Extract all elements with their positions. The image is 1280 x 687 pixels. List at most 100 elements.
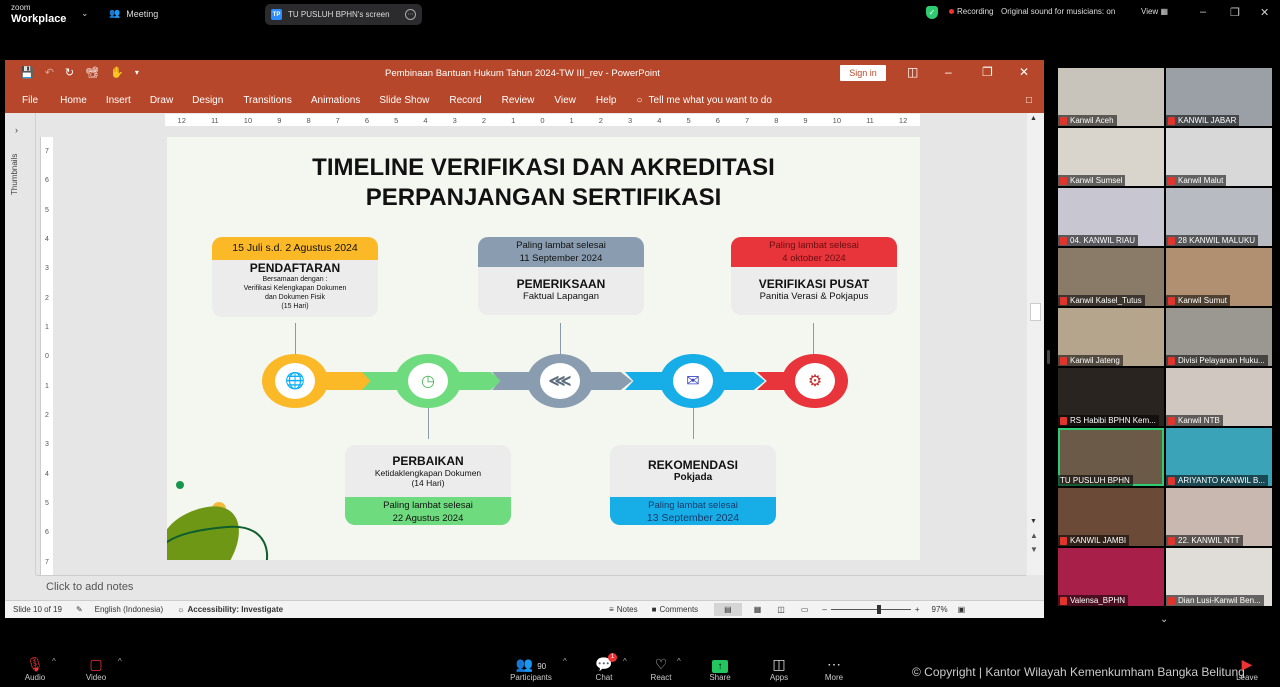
- meeting-info-button[interactable]: 👥 Meeting: [109, 8, 158, 19]
- scroll-down-icon[interactable]: ▼: [1030, 518, 1037, 525]
- participant-tile[interactable]: 04. KANWIL RIAU: [1058, 188, 1164, 246]
- participant-tile[interactable]: TU PUSLUH BPHN: [1058, 428, 1164, 486]
- ribbon-display-options-icon[interactable]: ◫: [907, 65, 918, 79]
- participant-tile[interactable]: Divisi Pelayanan Huku...: [1166, 308, 1272, 366]
- gallery-resize-handle[interactable]: [1047, 350, 1050, 364]
- thumbnails-label[interactable]: Thumbnails: [10, 154, 19, 195]
- zoom-level[interactable]: 97%: [932, 605, 948, 614]
- participant-tile[interactable]: Dian Lusi-Kanwil Ben...: [1166, 548, 1272, 606]
- close-button[interactable]: ✕: [1260, 6, 1269, 19]
- restore-button[interactable]: ❐: [1230, 6, 1240, 19]
- redo-icon[interactable]: ↻: [65, 66, 74, 79]
- tab-animations[interactable]: Animations: [311, 95, 360, 106]
- comments-icon[interactable]: □: [1026, 95, 1032, 106]
- participant-tile[interactable]: Kanwil Jateng: [1058, 308, 1164, 366]
- tab-review[interactable]: Review: [502, 95, 535, 106]
- zoom-slider[interactable]: [830, 605, 911, 614]
- tab-transitions[interactable]: Transitions: [243, 95, 292, 106]
- zoom-slider-thumb[interactable]: [876, 605, 881, 614]
- participant-tile[interactable]: KANWIL JABAR: [1166, 68, 1272, 126]
- tab-insert[interactable]: Insert: [106, 95, 131, 106]
- ruler-tick: 0: [45, 353, 49, 361]
- tab-view[interactable]: View: [554, 95, 576, 106]
- tell-me-search[interactable]: ○ Tell me what you want to do: [636, 95, 771, 106]
- participant-tile[interactable]: RS Habibi BPHN Kem...: [1058, 368, 1164, 426]
- status-bar: Slide 10 of 19 ✎ English (Indonesia) ☼ A…: [5, 600, 1044, 618]
- share-button[interactable]: ↑ Share: [695, 655, 745, 682]
- chat-button[interactable]: 💬 1 Chat: [579, 653, 629, 682]
- participant-tile[interactable]: Kanwil Sumsel: [1058, 128, 1164, 186]
- sign-in-button[interactable]: Sign in: [840, 65, 886, 81]
- participant-tile[interactable]: Kanwil Sumut: [1166, 248, 1272, 306]
- leave-button[interactable]: ▶ Leave: [1222, 655, 1272, 682]
- fit-to-window-icon[interactable]: ▣: [958, 605, 966, 614]
- participant-tile[interactable]: 28 KANWIL MALUKU: [1166, 188, 1272, 246]
- present-icon[interactable]: 📽: [85, 66, 99, 79]
- tab-record[interactable]: Record: [449, 95, 481, 106]
- chat-options-chevron[interactable]: ^: [623, 657, 627, 666]
- ppt-close-button[interactable]: ✕: [1019, 65, 1029, 79]
- accessibility-status[interactable]: Accessibility: Investigate: [187, 605, 283, 614]
- scroll-up-icon[interactable]: ▲: [1030, 115, 1037, 122]
- tab-design[interactable]: Design: [192, 95, 223, 106]
- more-button[interactable]: ⋯ More: [809, 655, 859, 682]
- minimize-button[interactable]: –: [1200, 6, 1206, 18]
- chevron-down-icon[interactable]: ⌄: [81, 8, 89, 19]
- participant-tile[interactable]: Kanwil NTB: [1166, 368, 1272, 426]
- expand-thumbnails-icon[interactable]: ›: [15, 125, 18, 135]
- more-options-icon[interactable]: ⋯: [405, 9, 416, 20]
- video-options-chevron[interactable]: ^: [118, 657, 122, 666]
- tab-file[interactable]: File: [22, 95, 38, 106]
- normal-view-button[interactable]: ▤: [714, 603, 742, 616]
- slide-sorter-button[interactable]: ▦: [754, 605, 762, 614]
- save-icon[interactable]: 💾: [20, 66, 34, 79]
- notes-button[interactable]: Notes: [617, 605, 638, 614]
- audio-options-chevron[interactable]: ^: [52, 657, 56, 666]
- decor-blob-shape: [167, 506, 239, 560]
- next-slide-icon[interactable]: ▼: [1030, 545, 1038, 554]
- slide-scrollbar[interactable]: ▲ ▼ ▲ ▼: [1027, 113, 1044, 575]
- zoom-out-button[interactable]: –: [822, 605, 826, 614]
- undo-icon[interactable]: ↶: [45, 66, 54, 79]
- participant-tile[interactable]: ARIYANTO KANWIL B...: [1166, 428, 1272, 486]
- customize-qat-icon[interactable]: ▾: [135, 68, 139, 77]
- participant-tile[interactable]: KANWIL JAMBI: [1058, 488, 1164, 546]
- ppt-restore-button[interactable]: ❐: [982, 65, 993, 79]
- screen-share-indicator[interactable]: TP TU PUSLUH BPHN's screen ⋯: [265, 4, 422, 25]
- view-button[interactable]: View ▦: [1141, 7, 1168, 16]
- zoom-in-button[interactable]: +: [915, 605, 920, 614]
- touch-mode-icon[interactable]: ✋: [110, 66, 124, 79]
- video-button[interactable]: ▢ Video: [71, 655, 121, 682]
- recording-indicator[interactable]: Recording: [949, 7, 993, 16]
- tab-draw[interactable]: Draw: [150, 95, 173, 106]
- participant-tile[interactable]: Kanwil Kalsel_Tutus: [1058, 248, 1164, 306]
- tab-slide-show[interactable]: Slide Show: [379, 95, 429, 106]
- notes-pane[interactable]: Click to add notes: [36, 575, 1026, 598]
- participants-options-chevron[interactable]: ^: [563, 657, 567, 666]
- gallery-scroll-down-icon[interactable]: ⌄: [1160, 614, 1168, 625]
- slide-counter[interactable]: Slide 10 of 19: [13, 605, 62, 614]
- step-date: Paling lambat selesai 13 September 2024: [610, 497, 776, 525]
- comments-button[interactable]: Comments: [659, 605, 698, 614]
- previous-slide-icon[interactable]: ▲: [1030, 531, 1038, 540]
- scroll-thumb[interactable]: [1030, 303, 1041, 321]
- security-shield-icon[interactable]: ✓: [926, 6, 938, 19]
- participants-button[interactable]: 👥 90 Participants: [506, 655, 556, 682]
- tab-home[interactable]: Home: [60, 95, 87, 106]
- language-indicator[interactable]: English (Indonesia): [95, 605, 163, 614]
- slide-canvas[interactable]: TIMELINE VERIFIKASI DAN AKREDITASI PERPA…: [167, 137, 920, 560]
- ppt-minimize-button[interactable]: –: [945, 65, 952, 79]
- react-options-chevron[interactable]: ^: [677, 657, 681, 666]
- participant-tile[interactable]: Kanwil Malut: [1166, 128, 1272, 186]
- step-date: Paling lambat selesai 11 September 2024: [478, 237, 644, 267]
- participant-tile[interactable]: Valensa_BPHN: [1058, 548, 1164, 606]
- original-sound-status[interactable]: Original sound for musicians: on: [1001, 7, 1115, 16]
- spell-check-icon[interactable]: ✎: [76, 605, 83, 614]
- participant-tile[interactable]: Kanwil Aceh: [1058, 68, 1164, 126]
- apps-button[interactable]: ◫ Apps: [754, 655, 804, 682]
- participant-tile[interactable]: 22. KANWIL NTT: [1166, 488, 1272, 546]
- tab-help[interactable]: Help: [596, 95, 617, 106]
- mic-muted-icon: [1060, 236, 1067, 245]
- reading-view-button[interactable]: ◫: [777, 605, 785, 614]
- slide-show-button[interactable]: ▭: [801, 605, 809, 614]
